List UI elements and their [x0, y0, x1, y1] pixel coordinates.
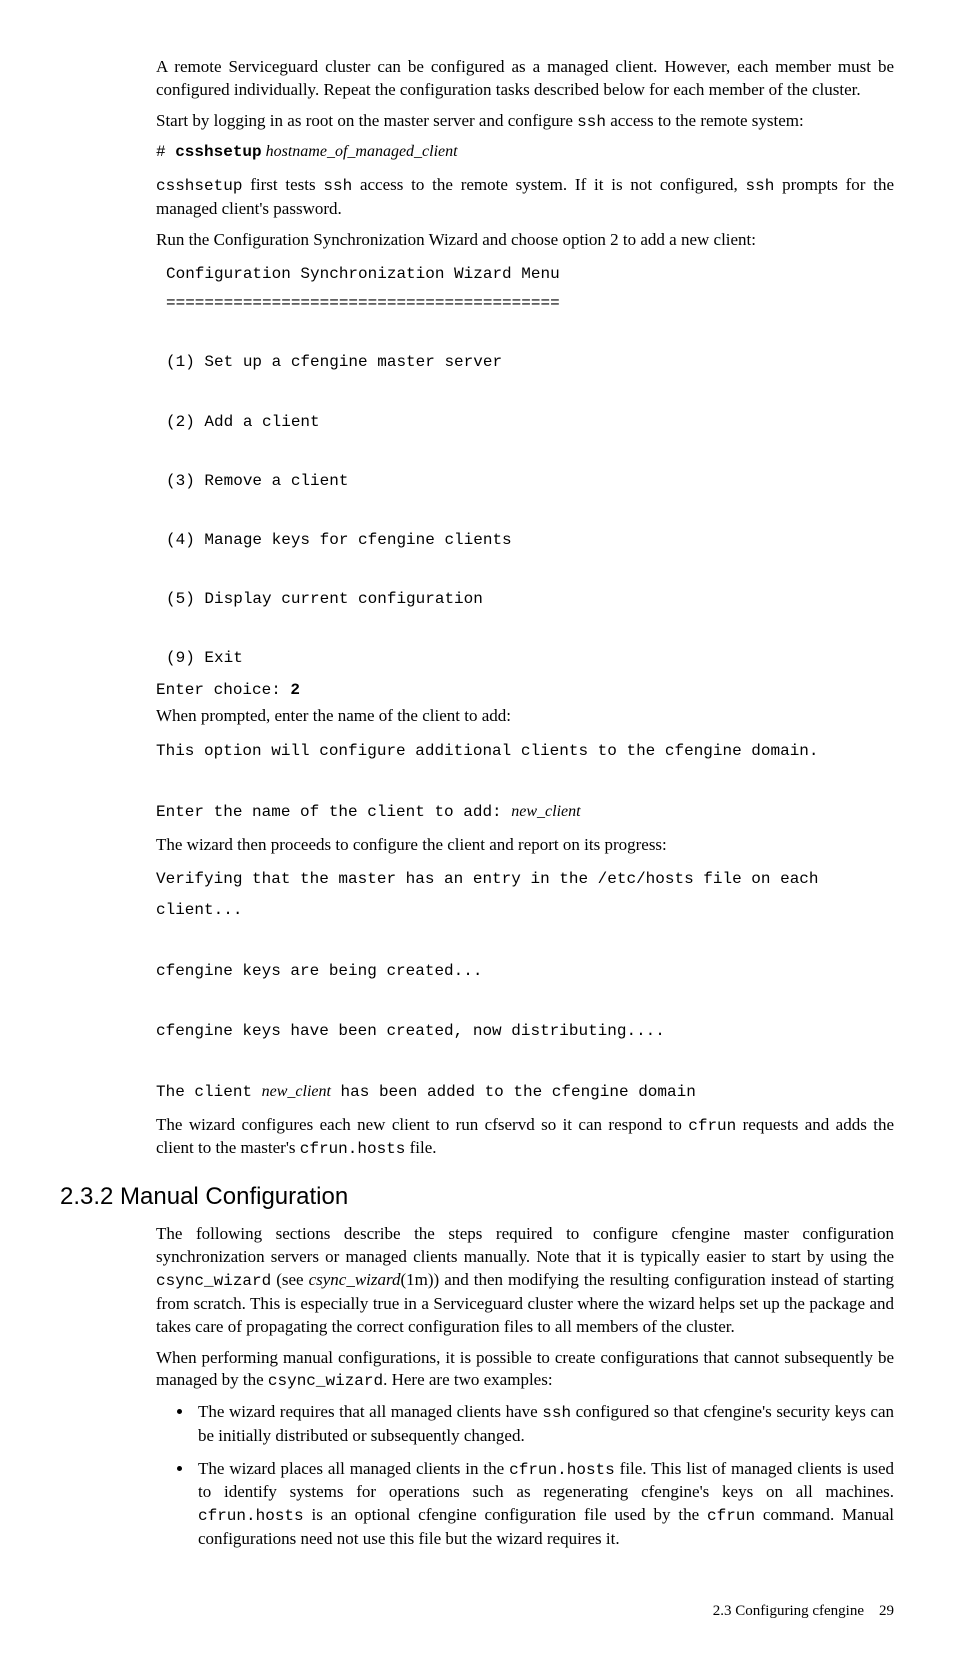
list-item: The wizard places all managed clients in… — [194, 1458, 894, 1551]
inline-code: ssh — [746, 177, 775, 195]
text: access to the remote system: — [606, 111, 804, 130]
command-line: # csshsetup hostname_of_managed_client — [156, 141, 894, 164]
prompt-label: Enter choice: — [156, 681, 290, 699]
page-number: 29 — [879, 1603, 894, 1619]
text: (see — [271, 1270, 308, 1289]
footer-section: 2.3 Configuring cfengine — [713, 1603, 864, 1619]
prompt: # — [156, 143, 175, 161]
prompt-value: 2 — [290, 681, 300, 699]
variable: new_client — [511, 803, 580, 820]
inline-code: csshsetup — [156, 177, 242, 195]
paragraph: The wizard configures each new client to… — [156, 1114, 894, 1161]
inline-code: ssh — [323, 177, 352, 195]
variable: new_client — [262, 1083, 331, 1100]
inline-code: cfrun.hosts — [198, 1507, 304, 1525]
text: The wizard places all managed clients in… — [198, 1459, 509, 1478]
text: file. — [405, 1138, 436, 1157]
text: access to the remote system. If it is no… — [352, 175, 745, 194]
inline-code: cfrun — [707, 1507, 755, 1525]
list-item: The wizard requires that all managed cli… — [194, 1401, 894, 1448]
terminal-output: This option will configure additional cl… — [156, 736, 894, 827]
inline-code: csync_wizard — [156, 1272, 271, 1290]
command: csshsetup — [175, 143, 261, 161]
page-footer: 2.3 Configuring cfengine 29 — [60, 1601, 894, 1621]
text: has been added to the cfengine domain — [331, 1083, 696, 1101]
italic: csync_wizard — [309, 1270, 401, 1289]
inline-code: cfrun — [688, 1117, 736, 1135]
inline-code: cfrun.hosts — [300, 1140, 406, 1158]
paragraph: The following sections describe the step… — [156, 1223, 894, 1338]
text: Verifying that the master has an entry i… — [156, 870, 828, 1101]
text: This option will configure additional cl… — [156, 742, 819, 821]
inline-code: cfrun.hosts — [509, 1461, 615, 1479]
section-heading: 2.3.2 Manual Configuration — [60, 1181, 894, 1213]
paragraph: When prompted, enter the name of the cli… — [156, 705, 894, 728]
bullet-list: The wizard requires that all managed cli… — [156, 1401, 894, 1551]
menu-output: Configuration Synchronization Wizard Men… — [166, 260, 894, 674]
text: The wizard requires that all managed cli… — [198, 1402, 542, 1421]
text: Start by logging in as root on the maste… — [156, 111, 577, 130]
text: The following sections describe the step… — [156, 1224, 894, 1266]
command-argument: hostname_of_managed_client — [262, 143, 458, 160]
text: first tests — [242, 175, 323, 194]
text: . Here are two examples: — [383, 1370, 552, 1389]
paragraph: Start by logging in as root on the maste… — [156, 110, 894, 134]
prompt-line: Enter choice: 2 — [156, 680, 894, 702]
paragraph: The wizard then proceeds to configure th… — [156, 834, 894, 857]
paragraph: When performing manual configurations, i… — [156, 1347, 894, 1394]
inline-code: ssh — [577, 113, 606, 131]
inline-code: ssh — [542, 1404, 571, 1422]
paragraph: csshsetup first tests ssh access to the … — [156, 174, 894, 221]
terminal-output: Verifying that the master has an entry i… — [156, 864, 894, 1107]
paragraph: A remote Serviceguard cluster can be con… — [156, 56, 894, 102]
text: is an optional cfengine configuration fi… — [304, 1505, 707, 1524]
inline-code: csync_wizard — [268, 1372, 383, 1390]
paragraph: Run the Configuration Synchronization Wi… — [156, 229, 894, 252]
text: The wizard configures each new client to… — [156, 1115, 688, 1134]
